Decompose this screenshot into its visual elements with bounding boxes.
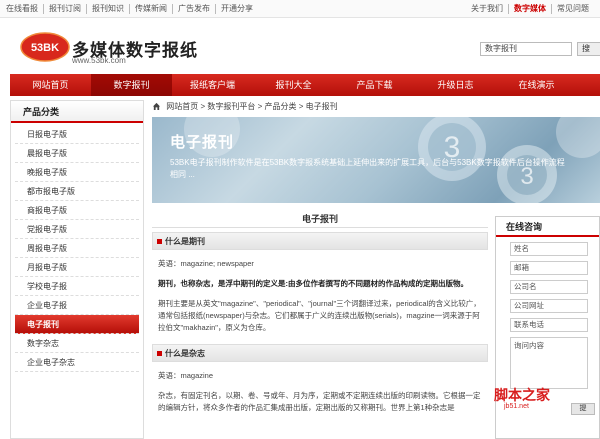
paragraph: 期刊，也称杂志，是浮中期刊的定义是:由多位作者撰写的不同题材的作品构成的定期出版… <box>158 278 482 290</box>
watermark-url: jb51.net <box>504 403 529 410</box>
breadcrumb-separator: > <box>257 102 263 111</box>
sidebar-item-e-periodical[interactable]: 电子报刊 <box>15 315 139 334</box>
top-link-online-read[interactable]: 在线看报 <box>6 4 44 14</box>
consult-title: 在线咨询 <box>496 217 599 237</box>
sidebar-item-monthly[interactable]: 月报电子版 <box>15 258 139 277</box>
breadcrumb-platform[interactable]: 数字报刊平台 <box>207 102 255 111</box>
article-body: 什么是期刊 英语：magazine; newspaper 期刊，也称杂志，是浮中… <box>152 232 488 414</box>
sidebar-item-metro[interactable]: 都市报电子版 <box>15 182 139 201</box>
sidebar-item-weekly[interactable]: 周报电子版 <box>15 239 139 258</box>
top-utility-bar: 在线看报 报刊订阅 报刊知识 传媒新闻 广告发布 开通分享 关于我们 数字媒体 … <box>0 0 600 18</box>
company-field[interactable]: 公司名 <box>510 280 588 294</box>
nav-home[interactable]: 网站首页 <box>10 74 91 96</box>
top-link-about[interactable]: 关于我们 <box>466 4 509 14</box>
paragraph: 英语：magazine; newspaper <box>158 259 254 268</box>
nav-client[interactable]: 报纸客户端 <box>172 74 253 96</box>
email-field[interactable]: 邮箱 <box>510 261 588 275</box>
product-category-sidebar: 产品分类 日报电子版 晨报电子版 晚报电子版 都市报电子版 商报电子版 党报电子… <box>10 100 144 439</box>
main-nav: 网站首页 数字报刊 报纸客户端 报刊大全 产品下载 升级日志 在线演示 <box>10 74 600 96</box>
top-link-media-news[interactable]: 传媒新闻 <box>130 4 173 14</box>
watermark: 脚本之家 jb51.net <box>484 385 594 415</box>
category-banner: 3 3 电子报刊 53BK电子报刊制作软件是在53BK数字报系统基础上延伸出来的… <box>152 117 600 203</box>
sidebar-item-digital-magazine[interactable]: 数字杂志 <box>15 334 139 353</box>
nav-newspaper-list[interactable]: 报刊大全 <box>253 74 334 96</box>
search-input[interactable]: 数字报刊 <box>480 42 572 56</box>
bullet-icon <box>157 239 162 244</box>
section-heading-text: 什么是期刊 <box>165 237 205 246</box>
banner-description: 53BK电子报刊制作软件是在53BK数字报系统基础上延伸出来的扩展工具，后台与5… <box>170 158 565 179</box>
bullet-icon <box>157 351 162 356</box>
top-link-digital-media[interactable]: 数字媒体 <box>509 4 552 14</box>
sidebar-item-school[interactable]: 学校电子报 <box>15 277 139 296</box>
top-link-subscribe[interactable]: 报刊订阅 <box>44 4 87 14</box>
svg-text:53BK: 53BK <box>31 42 59 54</box>
sidebar-item-daily[interactable]: 日报电子版 <box>15 125 139 144</box>
sidebar-item-party[interactable]: 党报电子版 <box>15 220 139 239</box>
section-heading: 什么是杂志 <box>152 344 488 362</box>
banner-title: 电子报刊 <box>170 134 235 151</box>
sidebar-item-business[interactable]: 商报电子版 <box>15 201 139 220</box>
top-links-right: 关于我们 数字媒体 常见问题 <box>466 4 594 14</box>
site-header: 53BK 多媒体数字报纸 www.53bk.com 数字报刊 搜 <box>0 18 600 74</box>
nav-digital-newspaper[interactable]: 数字报刊 <box>91 74 172 96</box>
home-icon <box>152 102 161 110</box>
website-field[interactable]: 公司网址 <box>510 299 588 313</box>
nav-changelog[interactable]: 升级日志 <box>415 74 496 96</box>
section-heading: 什么是期刊 <box>152 232 488 250</box>
breadcrumb: 网站首页 > 数字报刊平台 > 产品分类 > 电子报刊 <box>152 100 592 114</box>
phone-field[interactable]: 联系电话 <box>510 318 588 332</box>
logo-icon[interactable]: 53BK <box>20 32 70 62</box>
top-link-faq[interactable]: 常见问题 <box>552 4 594 14</box>
sidebar-item-enterprise[interactable]: 企业电子报 <box>15 296 139 315</box>
paragraph: 杂志，有固定刊名，以期、卷、号或年、月为序，定期或不定期连续出版的印刷读物。它根… <box>158 391 481 412</box>
sidebar-item-enterprise-magazine[interactable]: 企业电子杂志 <box>15 353 139 372</box>
watermark-text: 脚本之家 <box>494 388 550 404</box>
breadcrumb-category[interactable]: 产品分类 <box>265 102 297 111</box>
message-textarea[interactable]: 询问内容 <box>510 337 588 389</box>
search-button[interactable]: 搜 <box>577 42 600 56</box>
paragraph: 期刊主要是从英文"magazine"、"periodical"、"journal… <box>158 299 481 332</box>
sidebar-item-evening[interactable]: 晚报电子版 <box>15 163 139 182</box>
top-link-advertise[interactable]: 广告发布 <box>173 4 216 14</box>
site-url: www.53bk.com <box>72 56 126 65</box>
top-links-left: 在线看报 报刊订阅 报刊知识 传媒新闻 广告发布 开通分享 <box>6 4 258 14</box>
breadcrumb-current: 电子报刊 <box>305 102 338 111</box>
content-title: 电子报刊 <box>152 210 488 228</box>
paragraph-text: 期刊，也称杂志，是浮中期刊的定义是:由多位作者撰写的不同题材的作品构成的定期出版… <box>158 279 468 288</box>
paragraph: 英语：magazine <box>158 371 214 380</box>
nav-download[interactable]: 产品下载 <box>334 74 415 96</box>
section-heading-text: 什么是杂志 <box>165 349 205 358</box>
top-link-share[interactable]: 开通分享 <box>216 4 258 14</box>
sidebar-item-morning[interactable]: 晨报电子版 <box>15 144 139 163</box>
breadcrumb-separator: > <box>200 102 206 111</box>
breadcrumb-home[interactable]: 网站首页 <box>166 102 198 111</box>
breadcrumb-separator: > <box>298 102 304 111</box>
sidebar-list: 日报电子版 晨报电子版 晚报电子版 都市报电子版 商报电子版 党报电子版 周报电… <box>11 123 143 374</box>
sidebar-title: 产品分类 <box>11 101 143 123</box>
nav-demo[interactable]: 在线演示 <box>496 74 577 96</box>
name-field[interactable]: 姓名 <box>510 242 588 256</box>
top-link-knowledge[interactable]: 报刊知识 <box>87 4 130 14</box>
